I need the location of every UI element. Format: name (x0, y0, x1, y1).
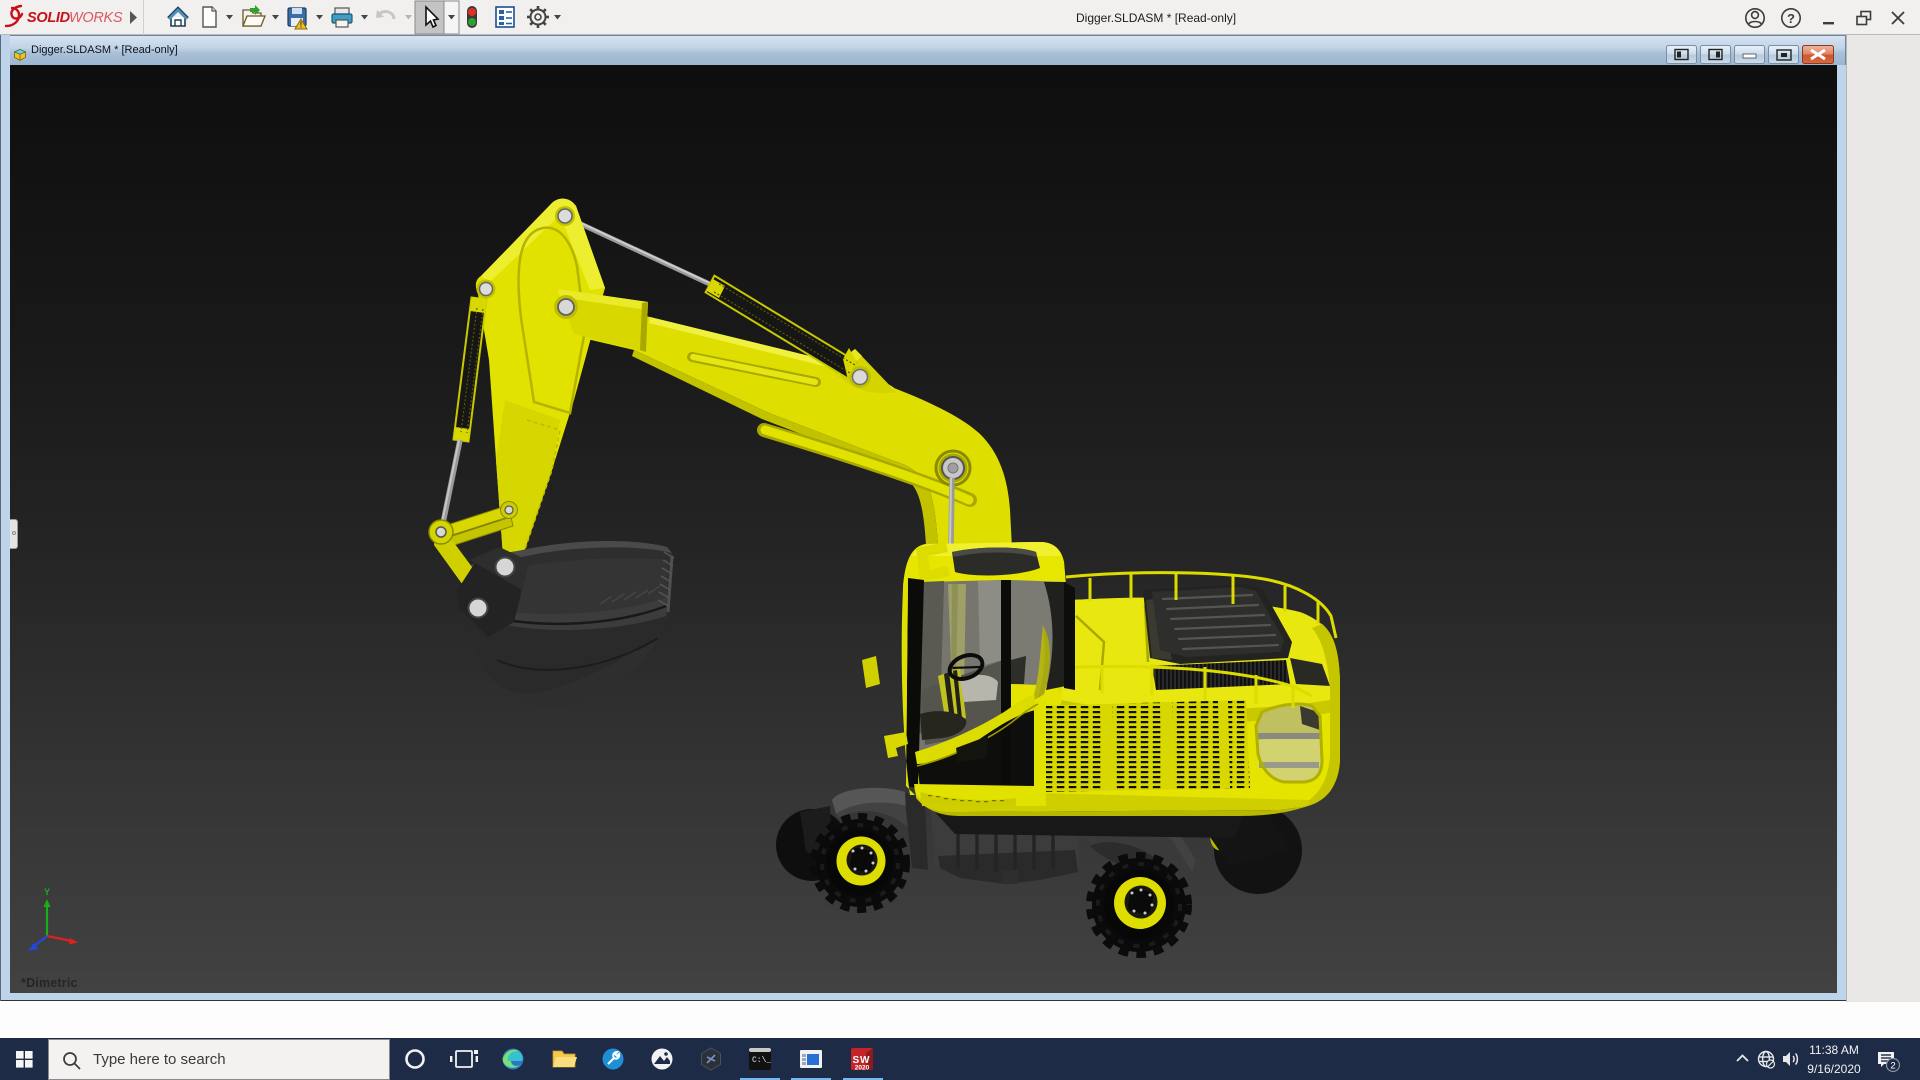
svg-text:WORKS: WORKS (69, 10, 123, 26)
svg-text:11:38 AM: 11:38 AM (1809, 1043, 1859, 1057)
svg-text:C:\_: C:\_ (752, 1056, 771, 1065)
svg-text:2: 2 (1890, 1061, 1895, 1072)
svg-text:9/16/2020: 9/16/2020 (1807, 1062, 1861, 1076)
svg-text:2020: 2020 (855, 1065, 870, 1072)
svg-text:!: ! (300, 21, 303, 30)
svg-text:SOLID: SOLID (27, 10, 71, 26)
svg-text:Y: Y (44, 887, 50, 897)
svg-text:?: ? (1787, 11, 1795, 26)
